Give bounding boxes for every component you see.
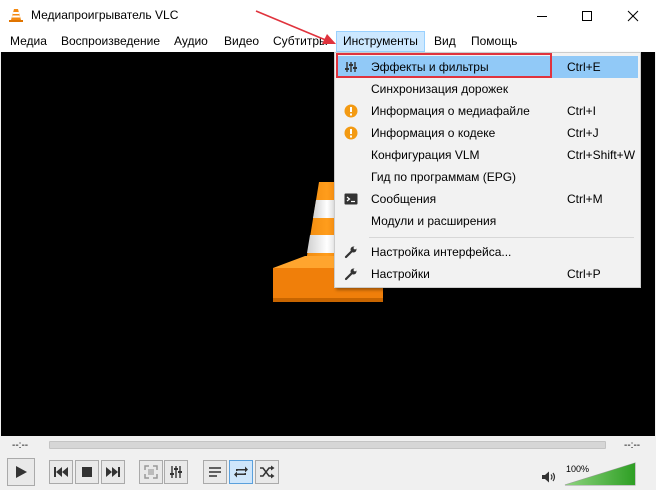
info-icon [344,126,358,140]
menu-item-media-info[interactable]: Информация о медиафайле Ctrl+I [337,100,638,122]
menu-item-shortcut: Ctrl+E [567,60,601,74]
menu-item-plugins[interactable]: Модули и расширения [337,210,638,232]
menu-item-label: Сообщения [371,192,437,206]
menu-item-shortcut: Ctrl+M [567,192,603,206]
menu-item-label: Настройка интерфейса... [371,245,512,259]
menu-item-shortcut: Ctrl+Shift+W [567,148,636,162]
total-time: --:-- [624,440,641,451]
title-bar: Медиапроигрыватель VLC [0,0,656,31]
menu-playback[interactable]: Воспроизведение [55,31,166,52]
playlist-button[interactable] [203,460,227,484]
menu-view[interactable]: Вид [428,31,462,52]
maximize-icon [582,10,592,21]
extended-settings-button[interactable] [164,460,188,484]
tools-dropdown-menu: Эффекты и фильтры Ctrl+E Синхронизация д… [334,52,641,288]
vlc-cone-icon [9,9,23,22]
equalizer-icon [170,466,182,478]
menu-media[interactable]: Медиа [4,31,53,52]
menu-item-label: Синхронизация дорожек [371,82,509,96]
previous-button[interactable] [49,460,73,484]
wrench-icon [344,267,358,281]
menu-item-shortcut: Ctrl+J [567,126,599,140]
menu-bar: Медиа Воспроизведение Аудио Видео Субтит… [0,31,656,52]
menu-audio[interactable]: Аудио [168,31,214,52]
wrench-icon [344,245,358,259]
menu-separator [369,237,634,238]
annotation-highlight-box [336,53,552,78]
menu-item-preferences[interactable]: Настройки Ctrl+P [337,263,638,285]
next-button[interactable] [101,460,125,484]
menu-item-label: Конфигурация VLM [371,148,480,162]
menu-item-codec-info[interactable]: Информация о кодеке Ctrl+J [337,122,638,144]
play-button[interactable] [7,458,35,486]
stop-button[interactable] [75,460,99,484]
fullscreen-icon [144,465,158,479]
seek-slider[interactable] [49,441,606,449]
menu-help[interactable]: Помощь [465,31,523,52]
fullscreen-button[interactable] [139,460,163,484]
menu-item-track-sync[interactable]: Синхронизация дорожек [337,78,638,100]
playlist-icon [209,467,221,477]
menu-item-shortcut: Ctrl+P [567,267,601,281]
menu-item-label: Настройки [371,267,430,281]
window-title: Медиапроигрыватель VLC [31,8,179,22]
menu-item-epg[interactable]: Гид по программам (EPG) [337,166,638,188]
menu-video[interactable]: Видео [218,31,265,52]
minimize-icon [537,15,547,17]
loop-button[interactable] [229,460,253,484]
minimize-button[interactable] [519,0,565,31]
menu-item-customize-interface[interactable]: Настройка интерфейса... [337,241,638,263]
stop-icon [82,467,92,477]
menu-subtitles[interactable]: Субтитры [267,31,334,52]
shuffle-button[interactable] [255,460,279,484]
menu-item-label: Гид по программам (EPG) [371,170,517,184]
close-icon [627,10,639,21]
loop-icon [234,466,248,478]
speaker-icon[interactable] [541,470,557,484]
maximize-button[interactable] [564,0,610,31]
menu-item-label: Информация о медиафайле [371,104,530,118]
shuffle-icon [260,465,275,479]
next-icon [106,467,120,477]
menu-item-label: Модули и расширения [371,214,497,228]
menu-item-label: Информация о кодеке [371,126,496,140]
menu-item-vlm-config[interactable]: Конфигурация VLM Ctrl+Shift+W [337,144,638,166]
elapsed-time: --:-- [12,440,29,451]
console-icon [344,192,358,206]
info-icon [344,104,358,118]
close-button[interactable] [610,0,656,31]
play-icon [16,466,27,478]
previous-icon [54,467,68,477]
menu-item-shortcut: Ctrl+I [567,104,597,118]
volume-percent: 100% [566,464,590,474]
menu-tools[interactable]: Инструменты [336,31,425,52]
menu-item-messages[interactable]: Сообщения Ctrl+M [337,188,638,210]
